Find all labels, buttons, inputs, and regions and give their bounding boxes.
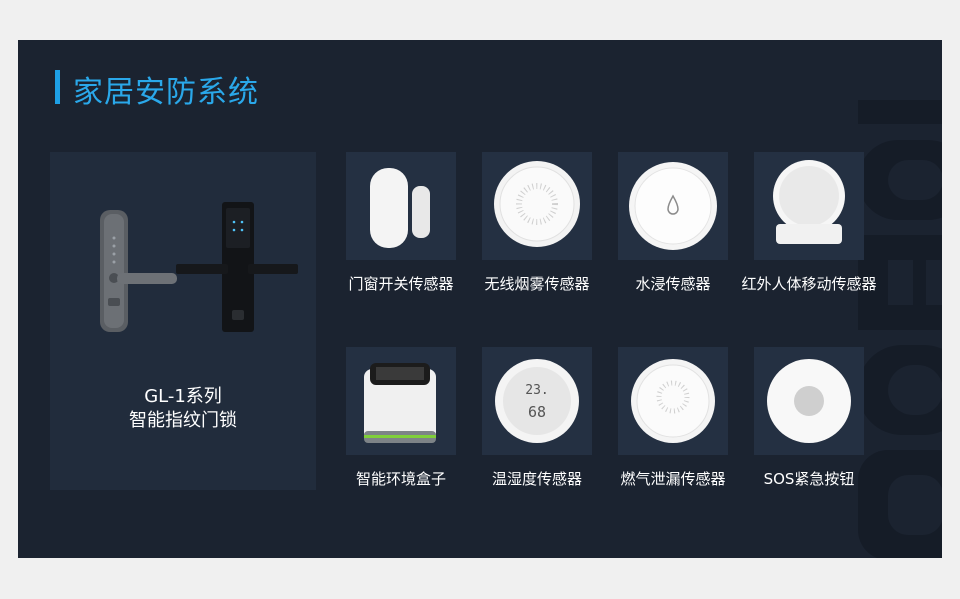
product-label: 智能环境盒子 <box>355 470 446 488</box>
humidity-readout: 68 <box>528 403 546 421</box>
product-label: 燃气泄漏传感器 <box>620 470 726 488</box>
sos-button-icon <box>767 359 851 443</box>
product-tile-sos[interactable] <box>754 347 864 455</box>
door-window-sensor-icon <box>370 168 430 248</box>
fingerprint-lock-icon <box>100 202 298 332</box>
environment-box-icon <box>364 363 436 443</box>
water-leak-sensor-icon <box>629 162 717 250</box>
product-label: 红外人体移动传感器 <box>741 275 877 293</box>
lock-name: 智能指纹门锁 <box>129 410 237 431</box>
product-label: 温湿度传感器 <box>491 470 582 488</box>
product-tile-gas-leak[interactable] <box>618 347 728 455</box>
temperature-humidity-sensor-icon: 23. 68 <box>495 359 579 443</box>
product-tile-motion[interactable] <box>754 152 864 260</box>
product-tile-water-leak[interactable] <box>618 152 728 260</box>
product-label: 水浸传感器 <box>635 275 711 293</box>
lock-panel: GL-1系列 智能指纹门锁 <box>50 152 316 490</box>
page-title: 家居安防系统 <box>73 75 259 110</box>
product-tile-smoke[interactable] <box>482 152 592 260</box>
product-label: 无线烟雾传感器 <box>484 275 590 293</box>
smoke-sensor-icon <box>494 161 580 247</box>
motion-sensor-icon <box>773 160 845 244</box>
product-tile-door-window[interactable] <box>346 152 456 260</box>
slide: 家居安防系统 GL-1系列 智能指纹门锁 门窗开关传感器 无线烟雾传感器 水浸传… <box>18 40 942 558</box>
product-label: 门窗开关传感器 <box>348 275 454 293</box>
gas-leak-sensor-icon <box>631 359 715 443</box>
temperature-readout: 23. <box>525 383 548 398</box>
title-accent-bar <box>55 70 60 104</box>
product-label: SOS紧急按钮 <box>763 470 855 488</box>
product-tile-temp-humidity[interactable]: 23. 68 <box>482 347 592 455</box>
product-tile-environment-box[interactable] <box>346 347 456 455</box>
lock-model: GL-1系列 <box>144 386 222 407</box>
